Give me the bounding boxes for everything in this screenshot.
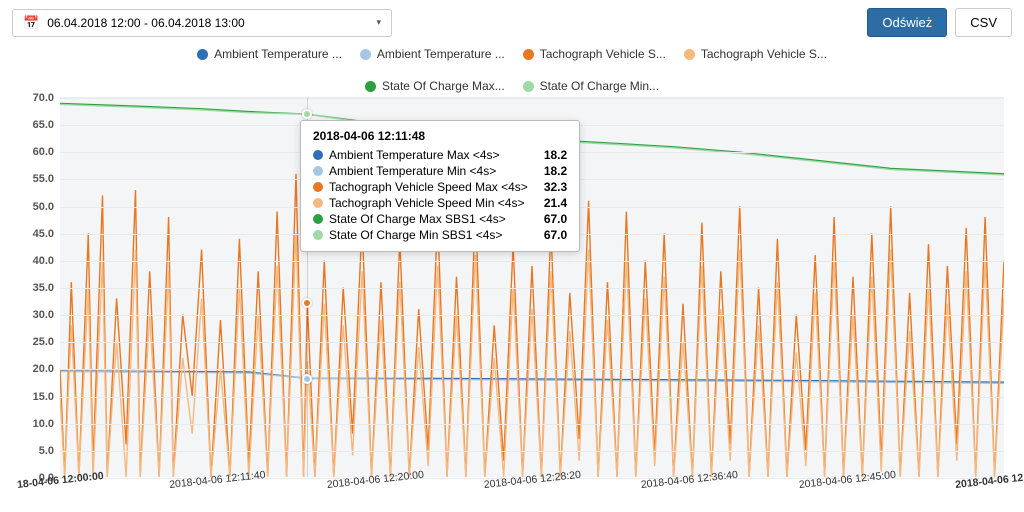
legend-label: Ambient Temperature ... bbox=[377, 47, 505, 61]
tooltip-value: 67.0 bbox=[544, 212, 567, 226]
tooltip-series-name: State Of Charge Min SBS1 <4s> bbox=[329, 228, 528, 242]
tooltip-row: State Of Charge Max SBS1 <4s> 67.0 bbox=[313, 211, 567, 227]
tooltip-series-name: Ambient Temperature Max <4s> bbox=[329, 148, 528, 162]
y-tick-label: 5.0 bbox=[39, 445, 54, 457]
date-range-picker[interactable]: 📅 06.04.2018 12:00 - 06.04.2018 13:00 ▾ bbox=[12, 9, 392, 37]
tooltip-value: 21.4 bbox=[544, 196, 567, 210]
date-range-text: 06.04.2018 12:00 - 06.04.2018 13:00 bbox=[47, 16, 245, 30]
tooltip-value: 18.2 bbox=[544, 148, 567, 162]
chart-legend: Ambient Temperature ... Ambient Temperatu… bbox=[0, 45, 1024, 97]
chart-tooltip: 2018-04-06 12:11:48 Ambient Temperature M… bbox=[300, 120, 580, 252]
tooltip-row: Tachograph Vehicle Speed Max <4s> 32.3 bbox=[313, 179, 567, 195]
legend-swatch bbox=[684, 49, 695, 60]
legend-label: State Of Charge Min... bbox=[540, 79, 659, 93]
toolbar: 📅 06.04.2018 12:00 - 06.04.2018 13:00 ▾ … bbox=[0, 0, 1024, 45]
csv-button[interactable]: CSV bbox=[955, 8, 1012, 37]
legend-label: Ambient Temperature ... bbox=[214, 47, 342, 61]
y-tick-label: 45.0 bbox=[33, 228, 54, 240]
y-tick-label: 55.0 bbox=[33, 173, 54, 185]
y-tick-label: 50.0 bbox=[33, 201, 54, 213]
legend-item[interactable]: Ambient Temperature ... bbox=[360, 47, 505, 61]
tooltip-row: Ambient Temperature Min <4s> 18.2 bbox=[313, 163, 567, 179]
x-axis: 18-04-06 12:00:002018-04-06 12:11:402018… bbox=[60, 477, 1004, 507]
tooltip-row: State Of Charge Min SBS1 <4s> 67.0 bbox=[313, 227, 567, 243]
series-line bbox=[60, 371, 1004, 383]
refresh-button[interactable]: Odśwież bbox=[867, 8, 947, 37]
caret-down-icon: ▾ bbox=[376, 17, 381, 28]
legend-swatch bbox=[197, 49, 208, 60]
legend-item[interactable]: State Of Charge Min... bbox=[523, 79, 659, 93]
tooltip-series-name: Ambient Temperature Min <4s> bbox=[329, 164, 528, 178]
y-tick-label: 20.0 bbox=[33, 363, 54, 375]
legend-swatch bbox=[365, 81, 376, 92]
tooltip-swatch bbox=[313, 214, 323, 224]
tooltip-row: Ambient Temperature Max <4s> 18.2 bbox=[313, 147, 567, 163]
tooltip-value: 32.3 bbox=[544, 180, 567, 194]
tooltip-swatch bbox=[313, 198, 323, 208]
y-tick-label: 35.0 bbox=[33, 282, 54, 294]
tooltip-swatch bbox=[313, 166, 323, 176]
y-tick-label: 25.0 bbox=[33, 336, 54, 348]
tooltip-value: 67.0 bbox=[544, 228, 567, 242]
tooltip-swatch bbox=[313, 230, 323, 240]
y-tick-label: 30.0 bbox=[33, 309, 54, 321]
y-tick-label: 65.0 bbox=[33, 119, 54, 131]
legend-item[interactable]: Tachograph Vehicle S... bbox=[523, 47, 666, 61]
legend-item[interactable]: State Of Charge Max... bbox=[365, 79, 505, 93]
legend-label: State Of Charge Max... bbox=[382, 79, 505, 93]
tooltip-series-name: State Of Charge Max SBS1 <4s> bbox=[329, 212, 528, 226]
tooltip-swatch bbox=[313, 182, 323, 192]
tooltip-title: 2018-04-06 12:11:48 bbox=[313, 129, 567, 143]
y-tick-label: 70.0 bbox=[33, 92, 54, 104]
y-tick-label: 60.0 bbox=[33, 146, 54, 158]
legend-item[interactable]: Ambient Temperature ... bbox=[197, 47, 342, 61]
tooltip-series-name: Tachograph Vehicle Speed Max <4s> bbox=[329, 180, 528, 194]
tooltip-swatch bbox=[313, 150, 323, 160]
legend-label: Tachograph Vehicle S... bbox=[701, 47, 827, 61]
legend-swatch bbox=[523, 49, 534, 60]
tooltip-value: 18.2 bbox=[544, 164, 567, 178]
tooltip-row: Tachograph Vehicle Speed Min <4s> 21.4 bbox=[313, 195, 567, 211]
y-tick-label: 15.0 bbox=[33, 391, 54, 403]
legend-label: Tachograph Vehicle S... bbox=[540, 47, 666, 61]
legend-item[interactable]: Tachograph Vehicle S... bbox=[684, 47, 827, 61]
y-tick-label: 40.0 bbox=[33, 255, 54, 267]
y-tick-label: 10.0 bbox=[33, 418, 54, 430]
legend-swatch bbox=[523, 81, 534, 92]
calendar-icon: 📅 bbox=[23, 15, 39, 31]
legend-swatch bbox=[360, 49, 371, 60]
tooltip-series-name: Tachograph Vehicle Speed Min <4s> bbox=[329, 196, 528, 210]
